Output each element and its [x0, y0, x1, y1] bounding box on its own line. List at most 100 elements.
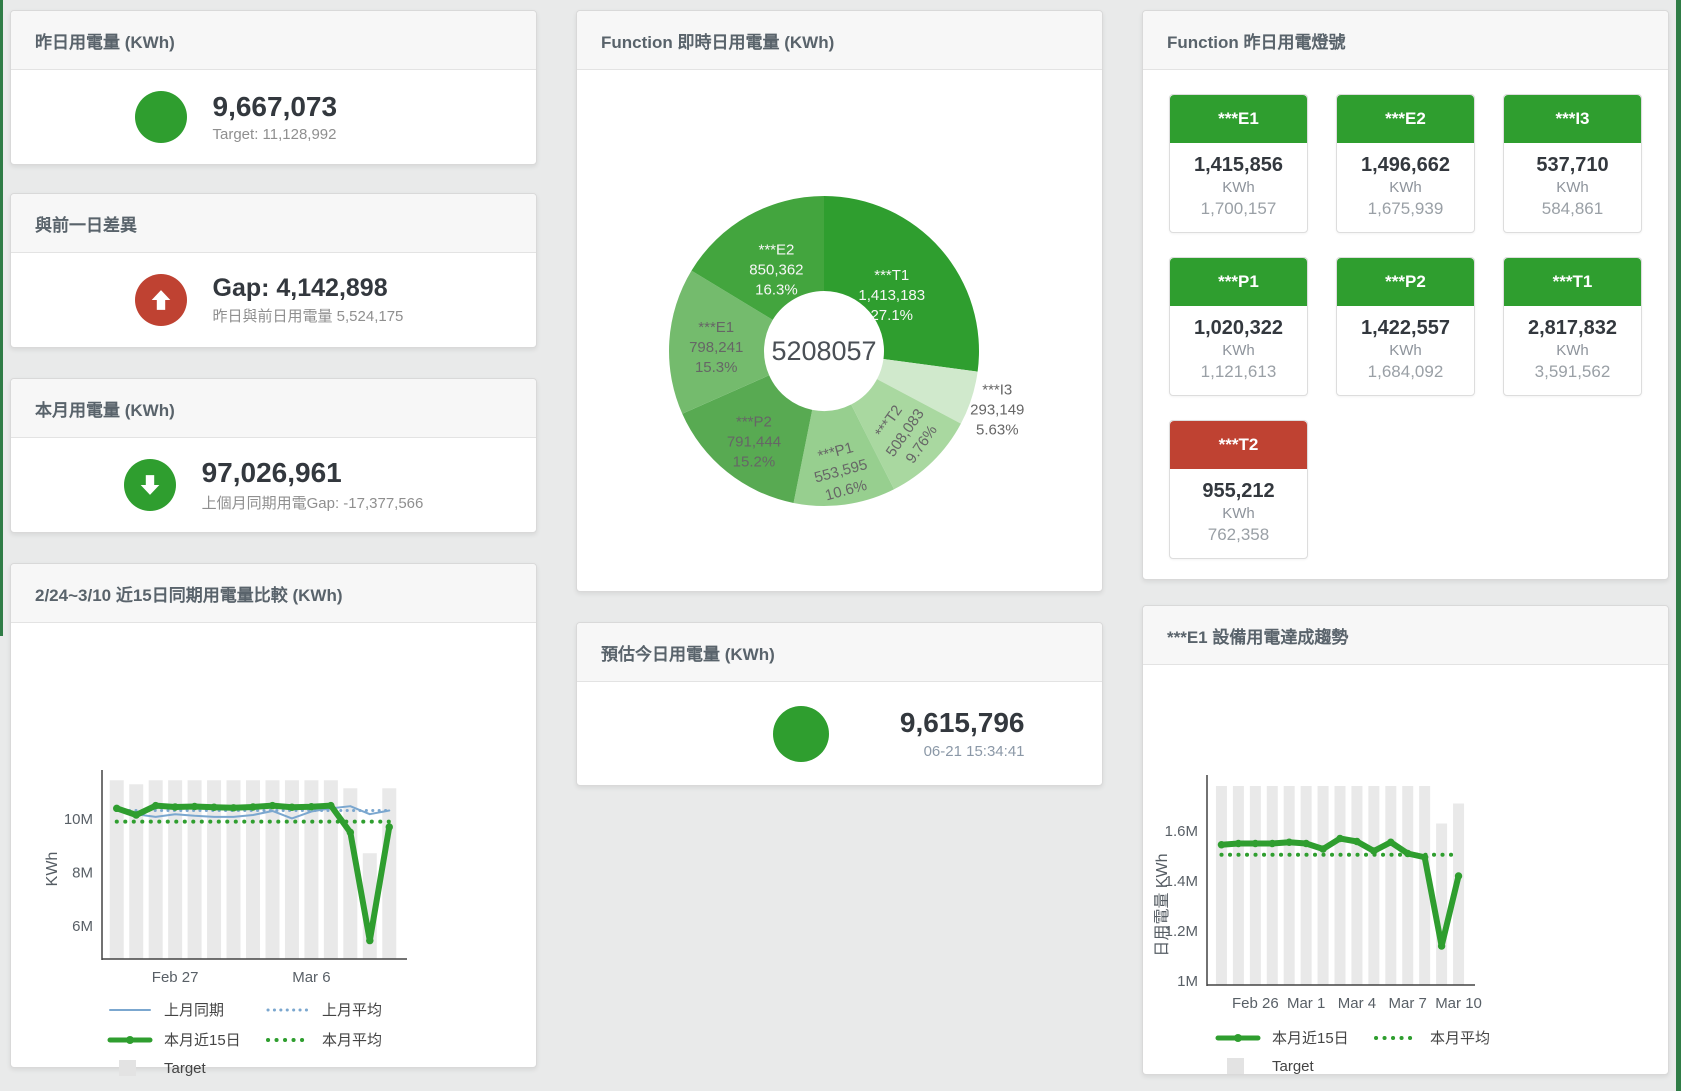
tile-body: 1,422,557 KWh 1,684,092: [1337, 306, 1474, 395]
status-tile-I3[interactable]: ***I3537,710KWh584,861: [1503, 94, 1642, 233]
tile-label: ***T2: [1170, 421, 1307, 469]
svg-text:Mar 6: Mar 6: [292, 969, 330, 986]
svg-text:***E2: ***E2: [758, 241, 794, 258]
svg-text:791,444: 791,444: [727, 433, 781, 450]
legend-item-target[interactable]: Target: [107, 1059, 265, 1077]
tile-value: 955,212: [1176, 480, 1301, 503]
status-tile-P2[interactable]: ***P2 1,422,557 KWh 1,684,092: [1336, 257, 1475, 396]
tile-body: 1,496,662 KWh 1,675,939: [1337, 143, 1474, 232]
status-tile-E2[interactable]: ***E2 1,496,662 KWh 1,675,939: [1336, 94, 1475, 233]
panel-yesterday-usage: 昨日用電量 (KWh) 9,667,073 Target: 11,128,992: [10, 10, 537, 165]
legend-item-line[interactable]: 本月近15日: [107, 1029, 265, 1050]
tile-value: 2,817,832: [1510, 317, 1635, 340]
svg-text:6M: 6M: [72, 918, 93, 935]
estimate-timestamp: 06-21 15:34:41: [855, 743, 1025, 760]
status-green-circle-icon: [135, 91, 187, 143]
svg-text:850,362: 850,362: [749, 261, 803, 278]
svg-text:16.3%: 16.3%: [755, 281, 798, 298]
tile-unit: KWh: [1176, 505, 1301, 522]
legend-line-sample: [265, 1031, 311, 1049]
svg-text:日用電量 KWh: 日用電量 KWh: [1154, 853, 1171, 956]
tile-value: 1,496,662: [1343, 154, 1468, 177]
svg-text:27.1%: 27.1%: [870, 307, 913, 324]
tile-unit: KWh: [1343, 179, 1468, 196]
legend-item-avg[interactable]: 上月平均: [265, 999, 435, 1020]
panel-title: 2/24~3/10 近15日同期用電量比較 (KWh): [11, 564, 536, 623]
legend-line-sample: [265, 1001, 311, 1019]
up-arrow-icon: [135, 274, 187, 326]
svg-text:5.63%: 5.63%: [976, 422, 1019, 439]
svg-text:Feb 27: Feb 27: [152, 969, 199, 986]
status-tile-P1[interactable]: ***P11,020,322KWh1,121,613: [1169, 257, 1308, 396]
tile-body: 2,817,832KWh3,591,562: [1504, 306, 1641, 395]
legend-label: 本月平均: [322, 1029, 382, 1050]
panel-yesterday-status-lights: Function 昨日用電燈號 ***E11,415,856KWh1,700,1…: [1142, 10, 1669, 580]
panel-15day-compare-chart: 2/24~3/10 近15日同期用電量比較 (KWh) 6M8M10MFeb 2…: [10, 563, 537, 1068]
yesterday-usage-value: 9,667,073: [213, 91, 413, 123]
left-edge-strip: [0, 0, 3, 636]
tile-body: 1,020,322KWh1,121,613: [1170, 306, 1307, 395]
panel-title: Function 昨日用電燈號: [1143, 11, 1668, 70]
donut-slice-label: ***I3 293,149 5.63%: [970, 382, 1024, 439]
tile-body: 1,415,856KWh1,700,157: [1170, 143, 1307, 232]
legend-label: 本月近15日: [164, 1029, 241, 1050]
tile-label: ***T1: [1504, 258, 1641, 306]
svg-text:10M: 10M: [64, 811, 93, 828]
tile-label: ***E2: [1337, 95, 1474, 143]
svg-text:798,241: 798,241: [689, 339, 743, 356]
legend-item-avg[interactable]: 本月平均: [1373, 1027, 1543, 1048]
panel-title: Function 即時日用電量 (KWh): [577, 11, 1102, 70]
svg-text:***I3: ***I3: [982, 382, 1012, 399]
panel-e1-trend-chart: ***E1 設備用電達成趨勢 1M1.2M1.4M1.6MFeb 26Mar 1…: [1142, 605, 1669, 1075]
tile-secondary-value: 1,675,939: [1343, 199, 1468, 219]
status-tile-E1[interactable]: ***E11,415,856KWh1,700,157: [1169, 94, 1308, 233]
tile-value: 1,422,557: [1343, 317, 1468, 340]
tile-secondary-value: 1,700,157: [1176, 199, 1301, 219]
legend-item-target[interactable]: Target: [1215, 1057, 1373, 1075]
panel-title: 本月用電量 (KWh): [11, 379, 536, 438]
legend-line-sample: [107, 1031, 153, 1049]
svg-text:KWh: KWh: [44, 852, 61, 887]
svg-text:Mar 7: Mar 7: [1389, 995, 1427, 1012]
tile-value: 1,020,322: [1176, 317, 1301, 340]
svg-text:15.3%: 15.3%: [695, 359, 738, 376]
legend-label: 本月近15日: [1272, 1027, 1349, 1048]
legend-label: Target: [1272, 1058, 1314, 1075]
legend-bar-swatch: [1215, 1057, 1261, 1075]
svg-text:Feb 26: Feb 26: [1232, 995, 1279, 1012]
legend-item-line[interactable]: 本月近15日: [1215, 1027, 1373, 1048]
tile-unit: KWh: [1343, 342, 1468, 359]
svg-text:***E1: ***E1: [698, 319, 734, 336]
tile-label: ***E1: [1170, 95, 1307, 143]
legend-label: 上月同期: [164, 999, 224, 1020]
svg-text:Mar 1: Mar 1: [1287, 995, 1325, 1012]
legend-item-avg[interactable]: 本月平均: [265, 1029, 435, 1050]
svg-text:Mar 10: Mar 10: [1435, 995, 1482, 1012]
status-tile-T2[interactable]: ***T2955,212KWh762,358: [1169, 420, 1308, 559]
tile-label: ***P2: [1337, 258, 1474, 306]
legend-item-line[interactable]: 上月同期: [107, 999, 265, 1020]
panel-realtime-donut: Function 即時日用電量 (KWh) ***T11,413,18327.1…: [576, 10, 1103, 592]
month-usage-gap: 上個月同期用電Gap: -17,377,566: [202, 492, 424, 513]
panel-title: ***E1 設備用電達成趨勢: [1143, 606, 1668, 665]
tile-unit: KWh: [1510, 342, 1635, 359]
tile-secondary-value: 1,684,092: [1343, 362, 1468, 382]
legend-label: 本月平均: [1430, 1027, 1490, 1048]
month-usage-value: 97,026,961: [202, 457, 424, 489]
status-green-circle-icon: [773, 706, 829, 762]
legend-label: Target: [164, 1060, 206, 1077]
tile-secondary-value: 1,121,613: [1176, 362, 1301, 382]
legend-line-sample: [1215, 1029, 1261, 1047]
tile-unit: KWh: [1176, 179, 1301, 196]
tile-label: ***P1: [1170, 258, 1307, 306]
svg-text:1.6M: 1.6M: [1165, 823, 1198, 840]
svg-text:293,149: 293,149: [970, 402, 1024, 419]
compare-15day-chart: 6M8M10MFeb 27Mar 6KWh: [11, 623, 538, 991]
right-edge-strip: [1676, 0, 1681, 1091]
trend-chart-legend: 本月近15日 本月平均 Target: [1215, 1027, 1668, 1075]
legend-bar-swatch: [107, 1059, 153, 1077]
e1-trend-chart: 1M1.2M1.4M1.6MFeb 26Mar 1Mar 4Mar 7Mar 1…: [1143, 665, 1670, 1017]
status-tile-T1[interactable]: ***T12,817,832KWh3,591,562: [1503, 257, 1642, 396]
yesterday-usage-target: Target: 11,128,992: [213, 126, 413, 143]
panel-day-gap: 與前一日差異 Gap: 4,142,898 昨日與前日用電量 5,524,175: [10, 193, 537, 348]
